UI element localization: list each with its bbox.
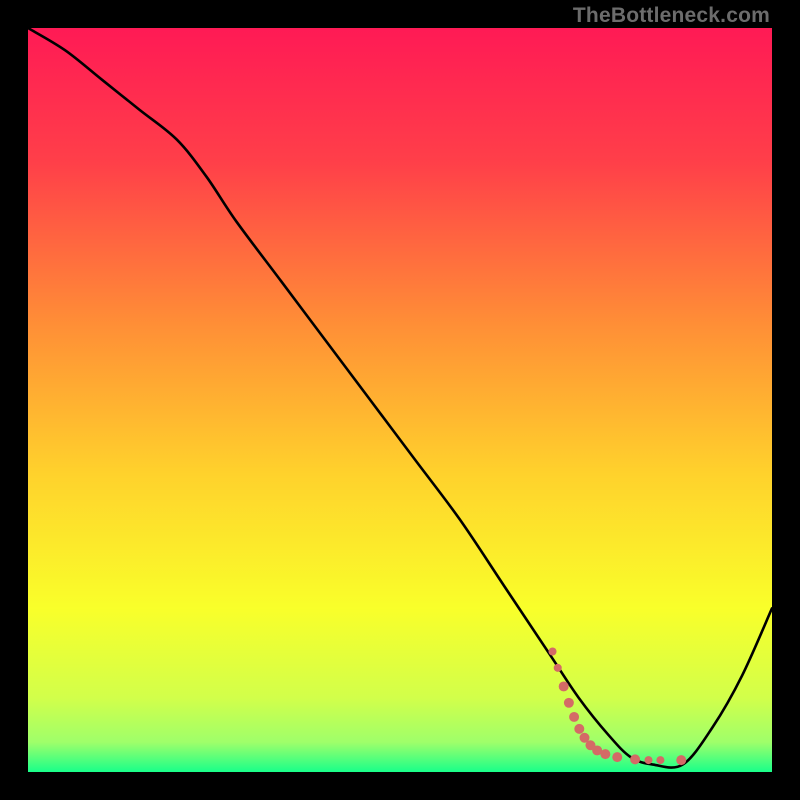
sample-dot <box>644 756 652 764</box>
sample-dot <box>630 754 640 764</box>
sample-dot <box>569 712 579 722</box>
sample-dots <box>549 647 687 765</box>
sample-dot <box>676 755 686 765</box>
sample-dot <box>549 647 557 655</box>
sample-dot <box>656 756 664 764</box>
sample-dot <box>574 724 584 734</box>
sample-dot <box>600 749 610 759</box>
sample-dot <box>564 698 574 708</box>
sample-dot <box>612 752 622 762</box>
chart-frame: TheBottleneck.com <box>0 0 800 800</box>
sample-dot <box>554 664 562 672</box>
bottleneck-curve <box>28 28 772 768</box>
sample-dot <box>559 681 569 691</box>
plot-area <box>28 28 772 772</box>
curve-layer <box>28 28 772 772</box>
watermark-text: TheBottleneck.com <box>573 4 770 28</box>
